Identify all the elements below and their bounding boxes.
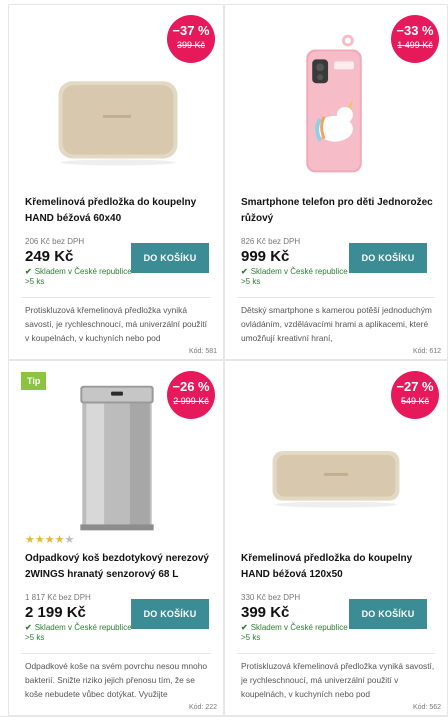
star-icon: ★ [54, 534, 65, 546]
stock-status: ✔ Skladem v České republice >5 ks [25, 623, 135, 643]
product-image[interactable] [225, 385, 447, 535]
stock-status: ✔ Skladem v České republice >5 ks [241, 623, 351, 643]
product-card[interactable]: −33 % 1 499 Kč Smartphone telefon pro dě… [224, 4, 448, 360]
product-description: Protiskluzová křemelinová předložka vyni… [241, 661, 435, 699]
star-icon: ★ [34, 534, 45, 546]
product-title[interactable]: Smartphone telefon pro děti Jednorožec r… [241, 195, 435, 227]
product-price: 2 199 Kč [25, 604, 86, 621]
price-without-vat: 1 817 Kč bez DPH [25, 593, 91, 602]
stock-status: ✔ Skladem v České republice >5 ks [25, 267, 135, 287]
product-image[interactable] [9, 29, 223, 179]
add-to-cart-button[interactable]: DO KOŠÍKU [131, 243, 209, 273]
stock-text: Skladem v České republice >5 ks [241, 267, 348, 286]
price-without-vat: 826 Kč bez DPH [241, 237, 301, 246]
divider [237, 297, 435, 298]
divider [237, 653, 435, 654]
star-icon: ★ [25, 534, 35, 546]
product-price: 999 Kč [241, 248, 290, 265]
divider [21, 653, 211, 654]
stock-status: ✔ Skladem v České republice >5 ks [241, 267, 351, 287]
stock-text: Skladem v České republice >5 ks [241, 623, 348, 642]
rating-stars: ★★★★★ [25, 533, 74, 546]
add-to-cart-button[interactable]: DO KOŠÍKU [349, 243, 427, 273]
product-code: Kód: 562 [412, 704, 441, 711]
add-to-cart-button[interactable]: DO KOŠÍKU [131, 599, 209, 629]
price-without-vat: 206 Kč bez DPH [25, 237, 85, 246]
product-title[interactable]: Křemelinová předložka do koupelny HAND b… [25, 195, 211, 227]
product-title[interactable]: Odpadkový koš bezdotykový nerezový 2WING… [25, 551, 211, 583]
stock-text: Skladem v České republice >5 ks [25, 623, 132, 642]
product-card[interactable]: −37 % 399 Kč Křemelinová předložka do ko… [8, 4, 224, 360]
product-description: Dětský smartphone s kamerou potěší jedno… [241, 305, 432, 343]
next-row-edge [0, 716, 448, 720]
product-price: 399 Kč [241, 604, 290, 621]
product-code: Kód: 222 [188, 704, 217, 711]
check-icon: ✔ [241, 267, 248, 276]
product-image[interactable] [225, 29, 447, 179]
product-title[interactable]: Křemelinová předložka do koupelny HAND b… [241, 551, 435, 583]
divider [21, 297, 211, 298]
price-without-vat: 330 Kč bez DPH [241, 593, 301, 602]
check-icon: ✔ [25, 267, 32, 276]
product-card[interactable]: −27 % 549 Kč Křemelinová předložka do ko… [224, 360, 448, 716]
star-icon: ★ [64, 534, 75, 546]
product-card[interactable]: Tip −26 % 2 999 Kč ★★★★★ Odpadkový koš b… [8, 360, 224, 716]
product-grid: −37 % 399 Kč Křemelinová předložka do ko… [0, 0, 448, 720]
product-image[interactable] [9, 385, 223, 535]
product-description: Protiskluzová křemelinová předložka vyni… [25, 305, 208, 343]
product-code: Kód: 612 [412, 348, 441, 355]
check-icon: ✔ [25, 623, 32, 632]
product-code: Kód: 581 [188, 348, 217, 355]
add-to-cart-button[interactable]: DO KOŠÍKU [349, 599, 427, 629]
star-icon: ★ [44, 534, 55, 546]
product-price: 249 Kč [25, 248, 74, 265]
product-description: Odpadkové koše na svém povrchu nesou mno… [25, 661, 208, 699]
check-icon: ✔ [241, 623, 248, 632]
stock-text: Skladem v České republice >5 ks [25, 267, 132, 286]
